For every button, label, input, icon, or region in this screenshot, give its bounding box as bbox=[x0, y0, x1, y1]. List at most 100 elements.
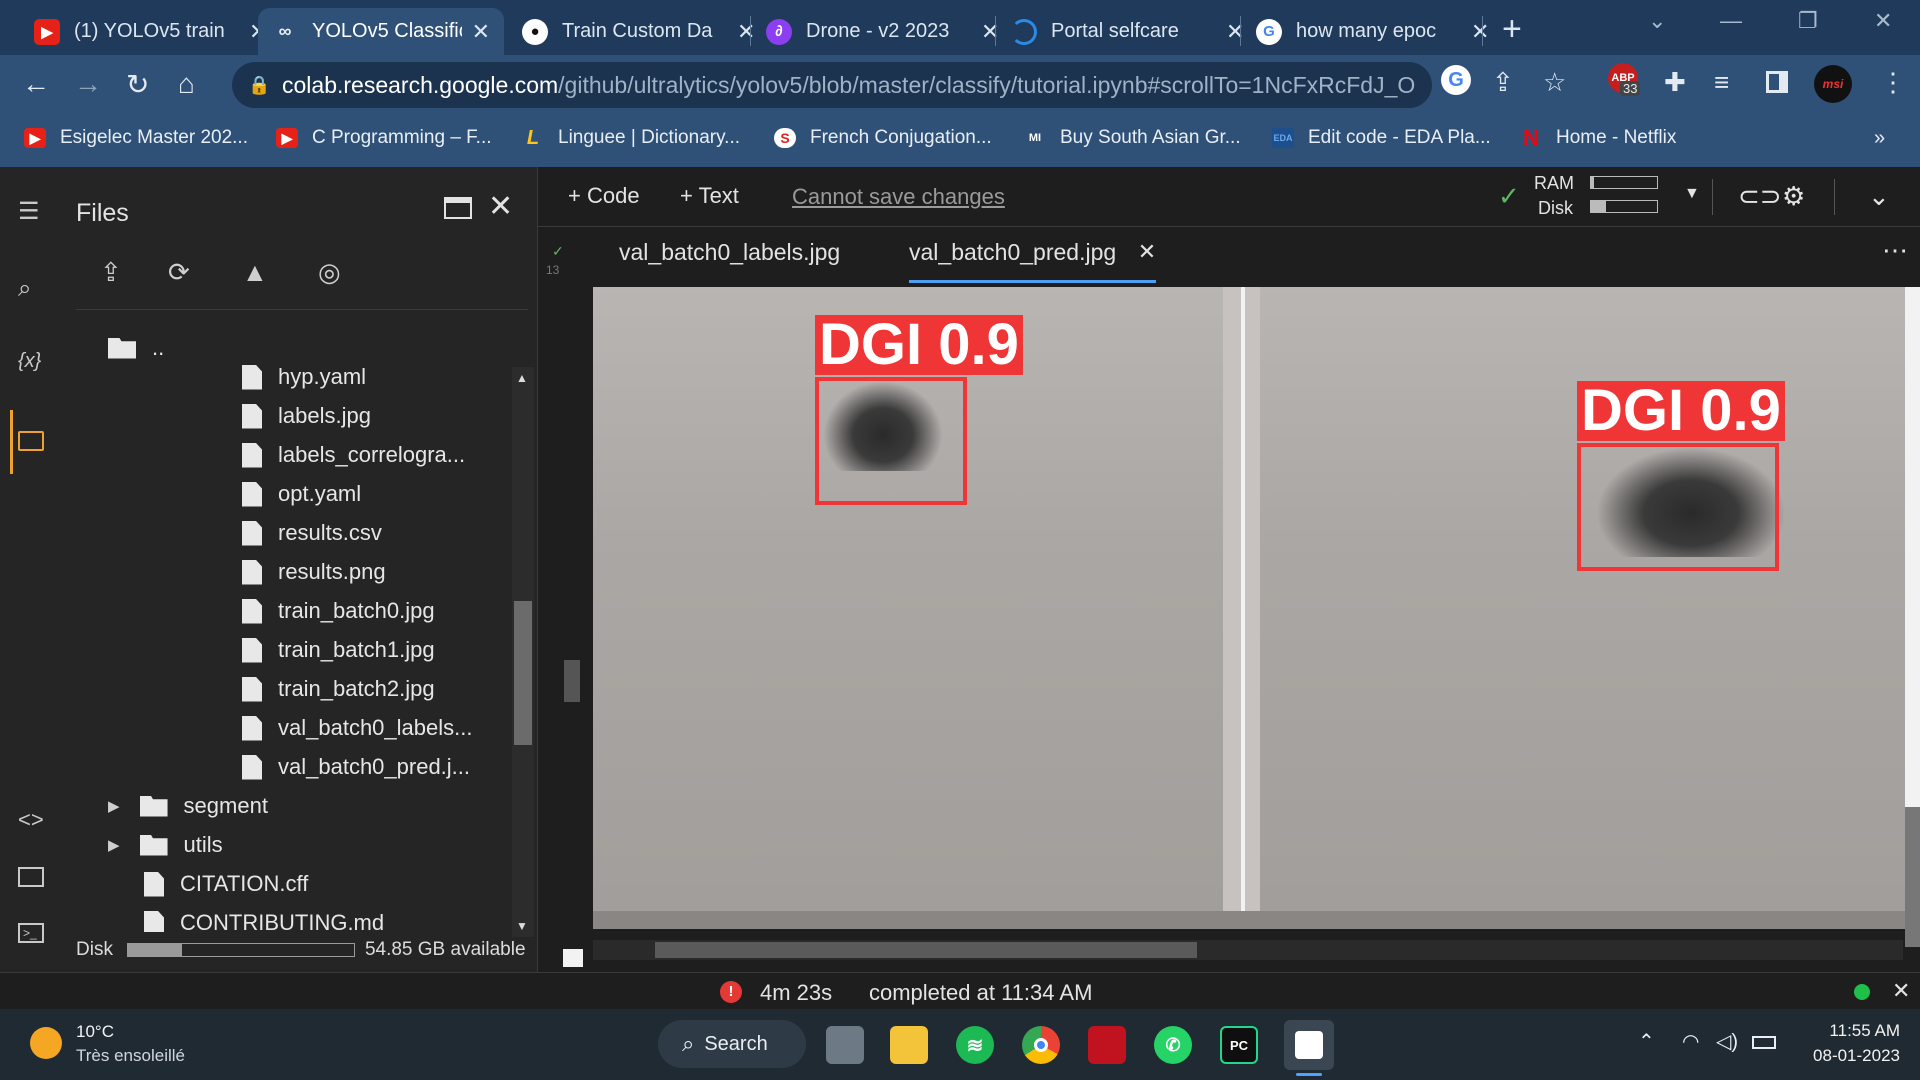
file-row[interactable]: val_batch0_pred.j... bbox=[242, 751, 470, 783]
browser-tab-portal[interactable]: Portal selfcare ✕ bbox=[997, 8, 1258, 55]
search-icon[interactable]: ⌕ bbox=[18, 275, 31, 303]
close-panel-icon[interactable]: ✕ bbox=[488, 189, 513, 224]
wifi-icon[interactable]: ◠ bbox=[1682, 1029, 1699, 1054]
link-icon[interactable]: ⊂⊃ bbox=[1738, 181, 1782, 212]
volume-icon[interactable]: ◁) bbox=[1716, 1029, 1738, 1054]
mount-drive-icon[interactable]: ▲ bbox=[242, 257, 268, 288]
command-palette-icon[interactable] bbox=[18, 867, 44, 887]
extensions-puzzle-icon[interactable]: ✚ bbox=[1664, 67, 1686, 98]
more-options-icon[interactable]: ⋯ bbox=[1882, 235, 1908, 266]
table-of-contents-icon[interactable]: ☰ bbox=[18, 197, 40, 226]
folder-row[interactable]: ▶ segment bbox=[108, 790, 268, 822]
new-tab-icon[interactable]: + bbox=[1502, 10, 1522, 49]
maximize-icon[interactable]: ❐ bbox=[1798, 8, 1818, 34]
resources-dropdown-icon[interactable]: ▼ bbox=[1684, 185, 1700, 203]
terminal-icon[interactable]: >_ bbox=[18, 923, 44, 943]
disk-bar[interactable] bbox=[1590, 200, 1658, 213]
battery-icon[interactable] bbox=[1752, 1036, 1776, 1049]
chrome-icon[interactable] bbox=[1022, 1026, 1060, 1064]
tab-val-batch0-pred[interactable]: val_batch0_pred.jpg ✕ bbox=[909, 239, 1157, 283]
windows-start-icon[interactable] bbox=[597, 1026, 635, 1064]
file-explorer-icon[interactable] bbox=[890, 1026, 928, 1064]
bookmark-item[interactable]: MI Buy South Asian Gr... bbox=[1024, 127, 1241, 149]
bookmark-item[interactable]: EDA Edit code - EDA Pla... bbox=[1272, 127, 1491, 149]
spotify-icon[interactable]: ≋ bbox=[956, 1026, 994, 1064]
browser-tab-colab[interactable]: ∞ YOLOv5 Classific ✕ bbox=[258, 8, 504, 55]
file-row[interactable]: hyp.yaml bbox=[242, 361, 366, 393]
clock-time[interactable]: 11:55 AM bbox=[1820, 1021, 1900, 1041]
media-playlist-icon[interactable]: ≡ bbox=[1714, 67, 1729, 98]
side-panel-icon[interactable] bbox=[1766, 71, 1788, 93]
file-row[interactable]: train_batch2.jpg bbox=[242, 673, 435, 705]
taskbar-search[interactable]: ⌕ Search bbox=[658, 1020, 806, 1068]
add-code-button[interactable]: + Code bbox=[568, 183, 640, 209]
settings-gear-icon[interactable]: ⚙ bbox=[1782, 181, 1805, 212]
close-tab-icon[interactable]: ✕ bbox=[1471, 19, 1489, 45]
gutter-scroll-thumb[interactable] bbox=[564, 660, 580, 702]
file-tree-scrollbar[interactable]: ▲ ▼ bbox=[512, 367, 534, 937]
bookmark-item[interactable]: L Linguee | Dictionary... bbox=[522, 127, 740, 149]
chevron-right-icon[interactable]: ▶ bbox=[108, 836, 120, 854]
tab-val-batch0-labels[interactable]: val_batch0_labels.jpg bbox=[619, 239, 840, 283]
clock-date[interactable]: 08-01-2023 bbox=[1800, 1046, 1900, 1066]
file-row[interactable]: labels_correlogra... bbox=[242, 439, 465, 471]
cannot-save-link[interactable]: Cannot save changes bbox=[792, 184, 1005, 210]
bookmark-item[interactable]: ▶ Esigelec Master 202... bbox=[24, 127, 248, 149]
horizontal-scrollbar[interactable] bbox=[593, 940, 1903, 960]
scrollbar-thumb[interactable] bbox=[655, 942, 1197, 958]
browser-tab-google[interactable]: G how many epoc ✕ bbox=[1242, 8, 1503, 55]
close-status-icon[interactable]: ✕ bbox=[1892, 978, 1910, 1004]
parent-folder-row[interactable]: .. bbox=[108, 332, 164, 364]
file-row[interactable]: val_batch0_labels... bbox=[242, 712, 472, 744]
upload-file-icon[interactable]: ⇪ bbox=[100, 257, 122, 288]
pycharm-icon[interactable]: PC bbox=[1220, 1026, 1258, 1064]
profile-avatar[interactable]: msi bbox=[1814, 65, 1852, 103]
bookmark-item[interactable]: S French Conjugation... bbox=[774, 127, 992, 149]
file-row[interactable]: results.csv bbox=[242, 517, 382, 549]
chevron-right-icon[interactable]: ▶ bbox=[108, 797, 120, 815]
files-folder-icon[interactable] bbox=[18, 431, 44, 451]
scrollbar-thumb[interactable] bbox=[514, 601, 532, 745]
file-row[interactable]: opt.yaml bbox=[242, 478, 361, 510]
bookmark-item[interactable]: N Home - Netflix bbox=[1520, 125, 1676, 150]
browser-tab-roboflow[interactable]: ∂ Drone - v2 2023 ✕ bbox=[752, 8, 1013, 55]
address-bar[interactable]: 🔒 colab.research.google.com/github/ultra… bbox=[232, 62, 1432, 108]
minimize-icon[interactable]: — bbox=[1720, 8, 1742, 34]
snipping-tool-icon[interactable] bbox=[1284, 1020, 1334, 1070]
code-snippets-icon[interactable]: <> bbox=[18, 807, 44, 833]
file-row[interactable]: labels.jpg bbox=[242, 400, 371, 432]
browser-tab-youtube[interactable]: ▶ (1) YOLOv5 train ✕ bbox=[20, 8, 281, 55]
maple-app-icon[interactable] bbox=[1088, 1026, 1126, 1064]
weather-sun-icon[interactable] bbox=[30, 1027, 62, 1059]
browser-menu-icon[interactable]: ⋮ bbox=[1880, 67, 1906, 98]
bookmark-item[interactable]: ▶ C Programming – F... bbox=[276, 127, 492, 149]
add-text-button[interactable]: + Text bbox=[680, 183, 739, 209]
close-tab-icon[interactable]: ✕ bbox=[1138, 239, 1156, 265]
google-lens-icon[interactable]: G bbox=[1441, 65, 1471, 95]
open-in-tab-icon[interactable] bbox=[444, 197, 472, 219]
reload-icon[interactable]: ↻ bbox=[126, 68, 149, 101]
file-row[interactable]: CITATION.cff bbox=[144, 868, 308, 900]
scroll-down-icon[interactable]: ▼ bbox=[516, 919, 528, 933]
close-tab-icon[interactable]: ✕ bbox=[472, 19, 490, 45]
home-icon[interactable]: ⌂ bbox=[178, 68, 195, 100]
viewer-scrollbar[interactable] bbox=[1905, 287, 1920, 947]
browser-tab-github[interactable]: ● Train Custom Da ✕ bbox=[508, 8, 769, 55]
more-bookmarks-icon[interactable]: » bbox=[1874, 127, 1885, 150]
variables-icon[interactable]: {x} bbox=[18, 350, 41, 373]
tab-search-chevron-icon[interactable]: ⌄ bbox=[1648, 8, 1666, 34]
folder-row[interactable]: ▶ utils bbox=[108, 829, 223, 861]
hidden-files-icon[interactable]: ◎ bbox=[318, 257, 341, 288]
share-icon[interactable]: ⇪ bbox=[1492, 67, 1514, 98]
file-row[interactable]: train_batch0.jpg bbox=[242, 595, 435, 627]
file-row[interactable]: train_batch1.jpg bbox=[242, 634, 435, 666]
close-window-icon[interactable]: ✕ bbox=[1874, 8, 1892, 34]
back-icon[interactable]: ← bbox=[22, 68, 50, 100]
whatsapp-icon[interactable]: ✆ bbox=[1154, 1026, 1192, 1064]
scroll-up-icon[interactable]: ▲ bbox=[516, 371, 528, 385]
scrollbar-thumb[interactable] bbox=[1905, 807, 1920, 947]
bookmark-star-icon[interactable]: ☆ bbox=[1543, 67, 1566, 98]
show-hidden-icons-icon[interactable]: ⌃ bbox=[1638, 1029, 1655, 1054]
collapse-header-icon[interactable]: ⌄ bbox=[1868, 181, 1890, 212]
file-row[interactable]: results.png bbox=[242, 556, 386, 588]
